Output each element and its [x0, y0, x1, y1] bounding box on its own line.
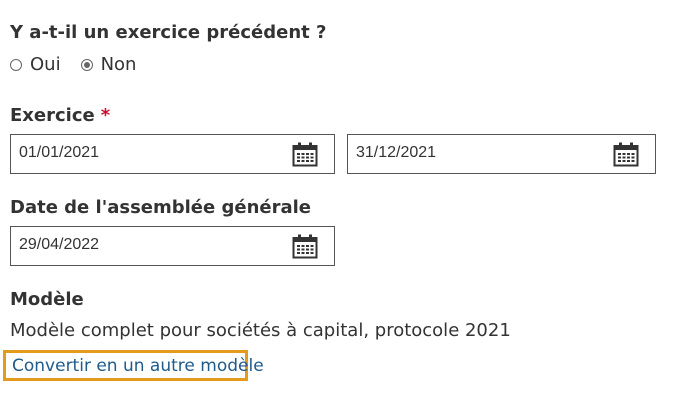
- exercise-start-date-value[interactable]: 01/01/2021: [19, 144, 99, 162]
- model-label: Modèle: [10, 289, 84, 310]
- model-value: Modèle complet pour sociétés à capital, …: [10, 320, 511, 341]
- previous-exercise-radio-group: Oui Non: [10, 54, 156, 75]
- calendar-icon[interactable]: [292, 142, 318, 167]
- exercise-end-date-value[interactable]: 31/12/2021: [356, 144, 436, 162]
- radio-option-non[interactable]: Non: [80, 54, 137, 75]
- previous-exercise-question: Y a-t-il un exercice précédent ?: [10, 22, 327, 43]
- radio-option-oui[interactable]: Oui: [10, 54, 61, 75]
- general-assembly-date-value[interactable]: 29/04/2022: [19, 236, 99, 254]
- required-marker: *: [100, 105, 111, 126]
- convert-model-link[interactable]: Convertir en un autre modèle: [3, 350, 264, 381]
- exercise-end-date-field[interactable]: 31/12/2021: [347, 134, 656, 174]
- general-assembly-date-field[interactable]: 29/04/2022: [10, 226, 335, 266]
- exercise-label-row: Exercice *: [10, 105, 110, 126]
- calendar-icon[interactable]: [292, 234, 318, 259]
- exercise-label: Exercice: [10, 105, 95, 126]
- radio-oui[interactable]: [10, 58, 22, 71]
- calendar-icon[interactable]: [613, 142, 639, 167]
- radio-non-label: Non: [100, 54, 137, 75]
- exercise-start-date-field[interactable]: 01/01/2021: [10, 134, 335, 174]
- radio-non[interactable]: [80, 58, 93, 71]
- general-assembly-label: Date de l'assemblée générale: [10, 197, 311, 218]
- radio-oui-label: Oui: [30, 54, 61, 75]
